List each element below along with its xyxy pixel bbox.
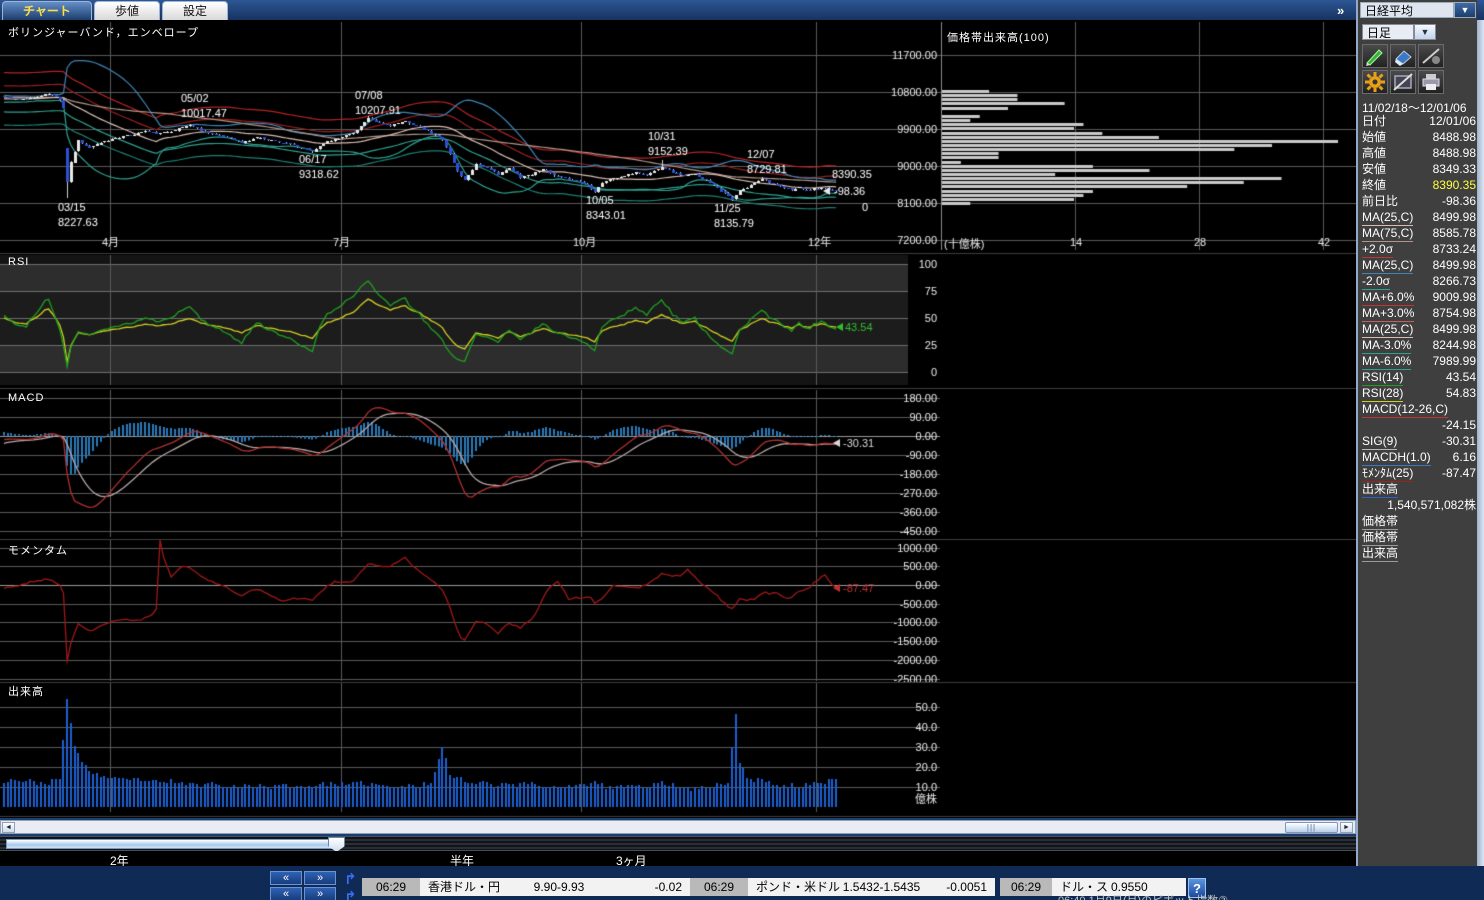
ticker-time: 06:29	[1000, 878, 1052, 896]
window-off-icon	[1391, 71, 1415, 93]
print-button[interactable]	[1418, 70, 1444, 94]
sidebar-row: 終値8390.35	[1362, 178, 1476, 194]
pencil-icon	[1363, 45, 1387, 67]
chart-canvas[interactable]	[0, 20, 1356, 818]
sidebar-row[interactable]: -2.0σ8266.73	[1362, 274, 1476, 290]
sidebar-row[interactable]: +2.0σ8733.24	[1362, 242, 1476, 258]
sidebar-row[interactable]: 出来高	[1362, 482, 1476, 498]
pbv-panel-title: 価格帯出来高(100)	[947, 29, 1050, 45]
settings-gear-button[interactable]	[1362, 70, 1388, 94]
draw-pencil-button[interactable]	[1362, 44, 1388, 68]
tab-chart[interactable]: チャート	[2, 1, 92, 20]
ticker-prev-button[interactable]: «	[270, 871, 302, 885]
status-bar: « » « » ↱ ↱ 06:29香港ドル・円9.90-9.93-0.0206:…	[0, 866, 1484, 900]
sidebar-row[interactable]: MA-6.0%7989.99	[1362, 354, 1476, 370]
sidebar-row[interactable]: MA+3.0%8754.98	[1362, 306, 1476, 322]
sidebar-row: 前日比-98.36	[1362, 194, 1476, 210]
period-dropdown-arrow-icon[interactable]: ▼	[1414, 24, 1436, 40]
gear-icon	[1363, 71, 1387, 93]
chart-area: ボリンジャーバンド，エンベロープ 価格帯出来高(100) RSI MACD モメ…	[0, 20, 1356, 818]
sidebar-row[interactable]: MA(25,C)8499.98	[1362, 322, 1476, 338]
ticker-next-button[interactable]: »	[304, 871, 336, 885]
sidebar-row[interactable]: RSI(14)43.54	[1362, 370, 1476, 386]
ticker-time: 06:29	[362, 878, 420, 896]
top-tab-bar: チャート 歩値 設定 »	[0, 0, 1484, 20]
scrollbar-thumb[interactable]: |||	[1285, 822, 1338, 833]
sidebar-row: 1,540,571,082株	[1362, 498, 1476, 514]
window-mode-button[interactable]	[1390, 70, 1416, 94]
trendline-tool-button[interactable]	[1418, 44, 1444, 68]
news-ticker-cut-text: 06:40 1月9日(月)のピボット指数②	[1058, 892, 1228, 900]
ticker-time: 06:29	[690, 878, 748, 896]
ticker-next-button-2[interactable]: »	[304, 887, 336, 900]
window-right-scrollbar[interactable]	[1477, 20, 1484, 868]
slider-fill	[6, 839, 336, 849]
ticker-quote: ポンド・米ドル1.5432-1.5435-0.0051	[748, 878, 995, 896]
eraser-icon	[1391, 45, 1415, 67]
rsi-panel-title: RSI	[8, 256, 29, 268]
printer-icon	[1419, 71, 1443, 93]
symbol-select[interactable]: 日経平均	[1360, 2, 1454, 18]
sidebar-row[interactable]: MA(25,C)8499.98	[1362, 258, 1476, 274]
sidebar-rows: 日付12/01/06始値8488.98高値8488.98安値8349.33終値8…	[1362, 114, 1476, 562]
sidebar-row[interactable]: MA-3.0%8244.98	[1362, 338, 1476, 354]
time-range-slider[interactable]	[0, 836, 1356, 851]
momentum-panel-title: モメンタム	[8, 542, 68, 558]
ticker-row-icon: ↱	[344, 870, 357, 888]
eraser-button[interactable]	[1390, 44, 1416, 68]
sidebar-row[interactable]: MACDH(1.0)6.16	[1362, 450, 1476, 466]
chart-application: チャート 歩値 設定 » ボリンジャーバンド，エンベロープ 価格帯出来高(100…	[0, 0, 1484, 900]
trendline-icon	[1419, 45, 1443, 67]
sidebar-row[interactable]: SIG(9)-30.31	[1362, 434, 1476, 450]
sidebar-row: 安値8349.33	[1362, 162, 1476, 178]
ticker-quote: 香港ドル・円9.90-9.93-0.02	[420, 878, 690, 896]
sidebar-row[interactable]: 価格帯	[1362, 514, 1476, 530]
symbol-dropdown-arrow-icon[interactable]: ▼	[1454, 2, 1476, 18]
sidebar-row: 始値8488.98	[1362, 130, 1476, 146]
sidebar-row[interactable]: ﾓﾒﾝﾀﾑ(25)-87.47	[1362, 466, 1476, 482]
scroll-left-button[interactable]: ◄	[2, 822, 15, 833]
volume-panel-title: 出来高	[8, 683, 44, 699]
sidebar-row[interactable]: MA(75,C)8585.78	[1362, 226, 1476, 242]
tab-ayumine[interactable]: 歩値	[94, 1, 160, 20]
sidebar-row: -24.15	[1362, 418, 1476, 434]
sidebar-row[interactable]: 出来高	[1362, 546, 1476, 562]
sidebar-row[interactable]: 価格帯	[1362, 530, 1476, 546]
sidebar-row[interactable]: MACD(12-26,C)	[1362, 402, 1476, 418]
expand-panel-icon[interactable]: »	[1337, 3, 1344, 18]
macd-panel-title: MACD	[8, 392, 44, 404]
tab-settings[interactable]: 設定	[162, 1, 228, 20]
sidebar-row[interactable]: MA+6.0%9009.98	[1362, 290, 1476, 306]
scroll-right-button[interactable]: ►	[1340, 822, 1353, 833]
horizontal-scrollbar[interactable]: ◄ ||| ►	[0, 820, 1356, 834]
slider-thumb[interactable]	[328, 837, 345, 852]
sidebar-row: 日付12/01/06	[1362, 114, 1476, 130]
ticker-prev-button-2[interactable]: «	[270, 887, 302, 900]
sidebar: 日経平均 ▼ 日足 ▼ 11/02/18～12/01/06 日付12/01/06…	[1356, 0, 1477, 868]
range-label-strip: 2年半年3ヶ月	[0, 851, 1356, 866]
ticker-row-icon-2: ↱	[344, 888, 357, 900]
sidebar-row: 高値8488.98	[1362, 146, 1476, 162]
sidebar-row[interactable]: MA(25,C)8499.98	[1362, 210, 1476, 226]
period-select[interactable]: 日足	[1362, 24, 1414, 40]
main-panel-title: ボリンジャーバンド，エンベロープ	[8, 24, 199, 40]
sidebar-row[interactable]: RSI(28)54.83	[1362, 386, 1476, 402]
